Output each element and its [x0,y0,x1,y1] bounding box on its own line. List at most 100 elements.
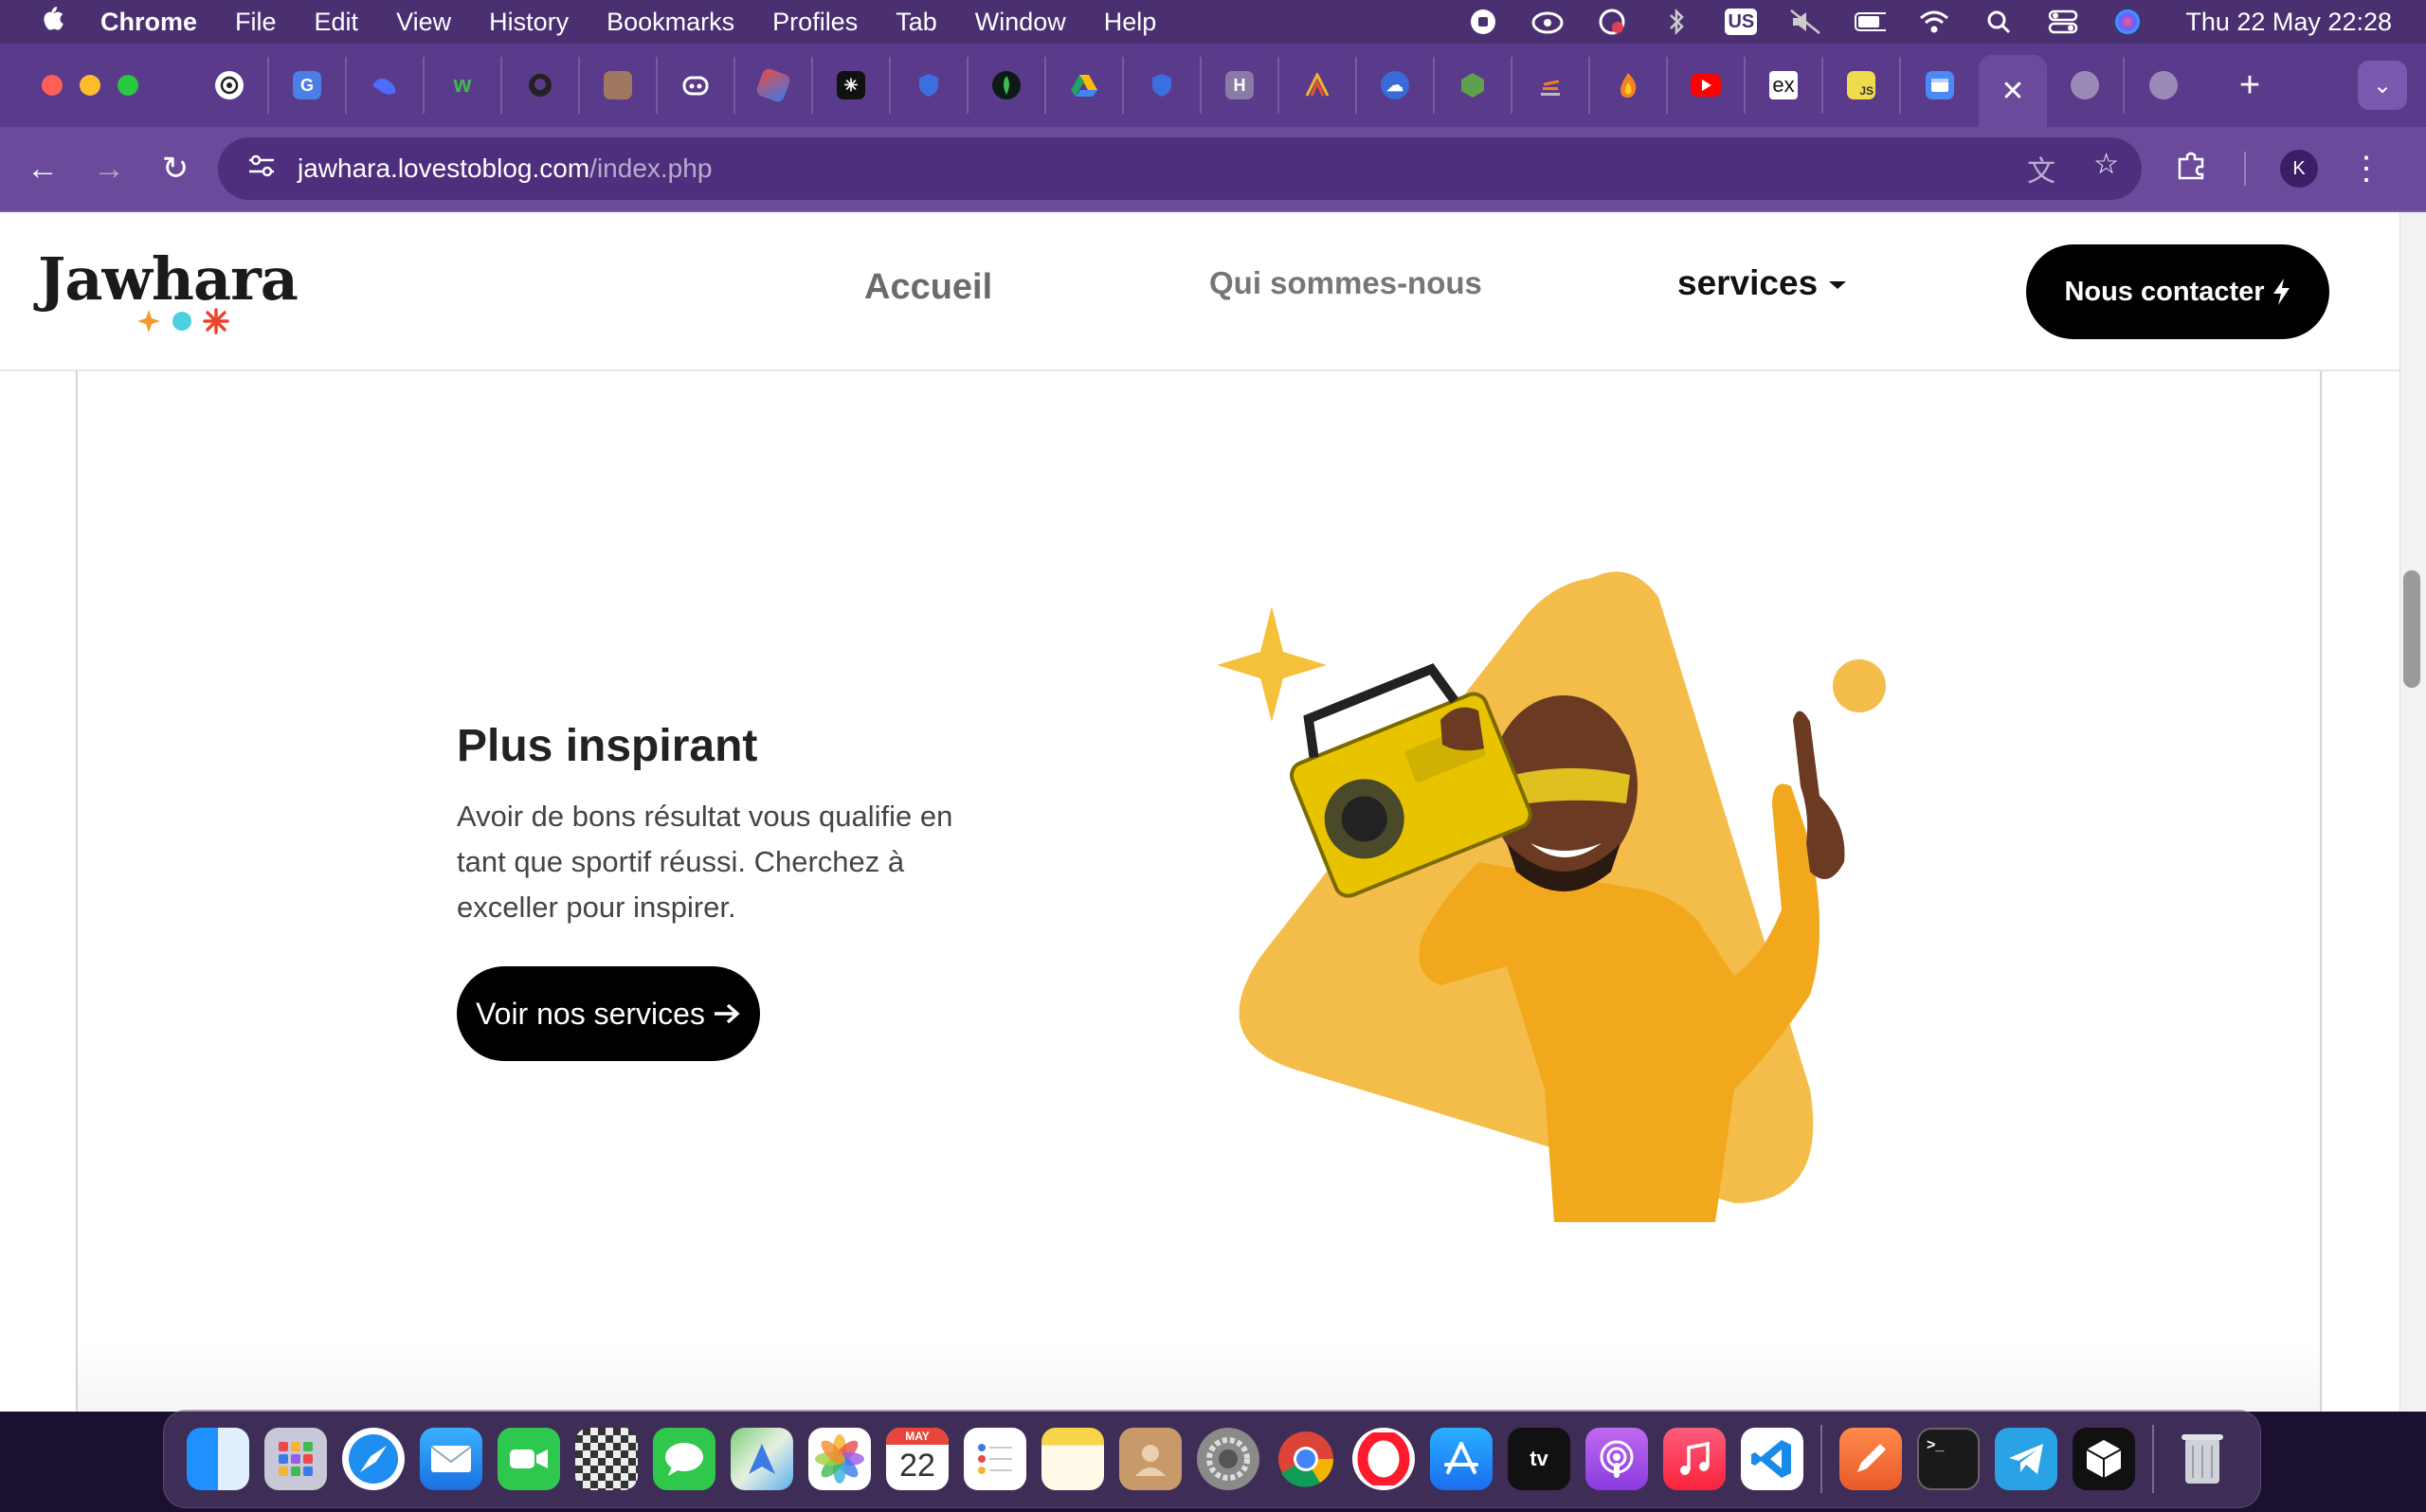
menubar-clock[interactable]: Thu 22 May 22:28 [2185,8,2392,37]
translate-icon[interactable]: 文 [2027,148,2055,189]
menu-bookmarks[interactable]: Bookmarks [606,8,734,37]
contact-button[interactable]: Nous contacter [2026,244,2329,339]
tab-perplexity[interactable]: ✳ [813,57,891,114]
tab-w[interactable]: w [425,57,502,114]
url-text[interactable]: jawhara.lovestoblog.com/index.php [298,153,712,184]
page-scrollbar-thumb[interactable] [2403,570,2420,688]
tab-js-site[interactable]: JS [1823,57,1901,114]
nav-accueil[interactable]: Accueil [864,267,992,308]
pencil-app-icon[interactable] [1839,1428,1902,1490]
tab-stackoverflow[interactable] [1512,57,1590,114]
messages-icon[interactable] [653,1428,715,1490]
cube-app-icon[interactable] [2073,1428,2135,1490]
creative-cloud-icon[interactable] [1531,9,1564,35]
menu-help[interactable]: Help [1104,8,1157,37]
trash-icon[interactable] [2171,1428,2234,1490]
menu-profiles[interactable]: Profiles [772,8,858,37]
tab-youtube[interactable] [1668,57,1746,114]
tab-bitwarden-2[interactable] [1124,57,1202,114]
tab-avatar-site[interactable] [580,57,658,114]
telegram-icon[interactable] [1995,1428,2057,1490]
page-scrollbar[interactable] [2399,212,2426,1412]
bookmark-star-icon[interactable]: ☆ [2093,148,2119,189]
photos-icon[interactable] [808,1428,871,1490]
tab-github[interactable] [502,57,580,114]
tab-chatgpt[interactable] [191,57,269,114]
tab-copilot[interactable] [658,57,735,114]
tab-bars-site[interactable] [1279,57,1357,114]
menu-edit[interactable]: Edit [315,8,359,37]
site-settings-icon[interactable] [243,153,281,185]
minimize-window-button[interactable] [80,75,100,96]
vscode-icon[interactable] [1741,1428,1803,1490]
chess-icon[interactable] [575,1428,638,1490]
control-center-icon[interactable] [2047,9,2079,35]
terminal-icon[interactable]: >_ [1917,1428,1980,1490]
apple-tv-icon[interactable]: tv [1508,1428,1570,1490]
menu-history[interactable]: History [489,8,569,37]
tab-google-translate[interactable]: G [269,57,347,114]
menu-app-name[interactable]: Chrome [100,8,197,37]
profile-avatar[interactable]: K [2280,150,2318,188]
spotlight-search-icon[interactable] [1982,9,2015,35]
chrome-icon[interactable] [1275,1428,1337,1490]
tab-globe-2[interactable] [2125,57,2202,114]
music-icon[interactable] [1663,1428,1726,1490]
calendar-icon[interactable]: MAY 22 [886,1428,949,1490]
muted-speaker-icon[interactable] [1789,9,1821,35]
launchpad-icon[interactable] [264,1428,327,1490]
keyboard-layout-badge[interactable]: US [1725,9,1758,35]
tab-deepseek[interactable] [347,57,425,114]
tab-node[interactable] [1435,57,1512,114]
view-services-button[interactable]: Voir nos services [457,966,760,1061]
tab-firebase[interactable] [1590,57,1668,114]
address-bar[interactable]: jawhara.lovestoblog.com/index.php 文 ☆ [218,137,2142,200]
chrome-menu-icon[interactable]: ⋮ [2350,150,2382,188]
reload-icon[interactable]: ↻ [152,150,199,188]
tab-ex-site[interactable]: ex [1746,57,1823,114]
tab-window-site[interactable] [1901,57,1979,114]
close-window-button[interactable] [42,75,63,96]
extensions-puzzle-icon[interactable] [2176,150,2206,188]
forward-arrow-icon[interactable]: → [85,151,133,188]
location-icon[interactable] [1596,9,1628,35]
menu-window[interactable]: Window [975,8,1066,37]
apple-menu-icon[interactable] [38,4,66,40]
menu-tab[interactable]: Tab [896,8,937,37]
menu-view[interactable]: View [396,8,451,37]
mail-icon[interactable] [420,1428,482,1490]
contacts-icon[interactable] [1119,1428,1182,1490]
zoom-window-button[interactable] [118,75,138,96]
system-settings-icon[interactable] [1197,1428,1259,1490]
tab-3d[interactable] [735,57,813,114]
site-logo[interactable]: Jawhara [38,244,299,334]
maps-icon[interactable] [731,1428,793,1490]
record-stop-icon[interactable] [1467,9,1499,35]
battery-icon[interactable] [1854,9,1887,35]
menu-file[interactable]: File [235,8,277,37]
opera-icon[interactable] [1352,1428,1415,1490]
notes-icon[interactable] [1041,1428,1104,1490]
app-store-icon[interactable] [1430,1428,1493,1490]
tab-bitwarden-1[interactable] [891,57,969,114]
tab-mongodb[interactable] [969,57,1046,114]
back-arrow-icon[interactable]: ← [19,151,66,188]
tab-globe-1[interactable] [2047,57,2125,114]
bluetooth-icon[interactable] [1660,8,1693,36]
active-tab[interactable]: ✕ [1979,55,2047,127]
nav-qui-sommes-nous[interactable]: Qui sommes-nous [1209,265,1482,301]
podcasts-icon[interactable] [1585,1428,1648,1490]
tab-search-chevron-icon[interactable]: ⌄ [2358,61,2407,110]
tab-google-drive[interactable] [1046,57,1124,114]
reminders-icon[interactable] [964,1428,1026,1490]
wifi-icon[interactable] [1918,9,1950,35]
safari-icon[interactable] [342,1428,405,1490]
tab-cloud-site[interactable]: ☁ [1357,57,1435,114]
facetime-icon[interactable] [498,1428,560,1490]
nav-services-dropdown[interactable]: services [1677,263,1848,303]
new-tab-icon[interactable]: + [2221,65,2278,106]
siri-icon[interactable] [2111,9,2144,35]
tab-h-site[interactable]: H [1202,57,1279,114]
close-tab-icon[interactable]: ✕ [2001,75,2024,108]
finder-icon[interactable] [187,1428,249,1490]
